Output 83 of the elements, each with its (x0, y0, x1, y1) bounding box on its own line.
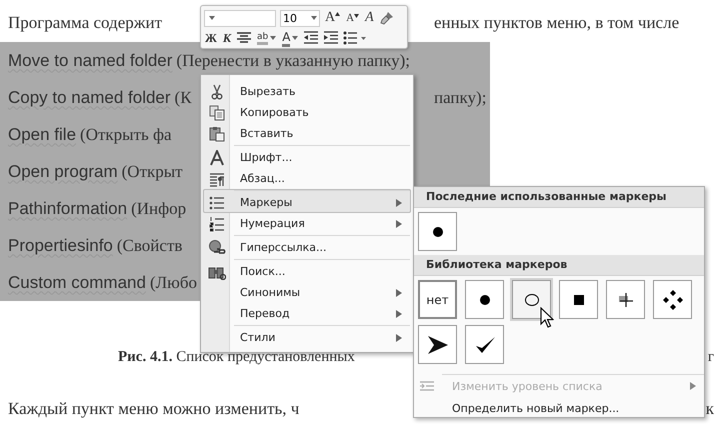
globe-link-icon (208, 240, 226, 256)
document-text: (Открыт (122, 162, 183, 180)
scissors-icon (210, 84, 224, 100)
menu-item[interactable]: Определить новый маркер... (414, 397, 704, 419)
grow-font-button[interactable]: A (324, 10, 342, 26)
align-center-icon[interactable] (236, 31, 252, 45)
list-level-icon (419, 380, 435, 392)
menu-item[interactable]: Вставить (203, 123, 411, 144)
font-icon (210, 150, 224, 166)
document-text: Copy to named folder (8, 88, 171, 106)
document-text: (Инфор (131, 198, 186, 218)
cross-bullet-icon (618, 292, 634, 308)
document-text: Pathinformation (8, 198, 128, 218)
bullet-option[interactable]: нет (418, 280, 457, 319)
document-text: (Любо (150, 272, 197, 292)
arrowhead-bullet-icon (426, 334, 448, 354)
menu-item[interactable]: Синонимы (203, 282, 411, 303)
copy-icon (209, 104, 225, 120)
bullet-option[interactable] (418, 212, 457, 251)
submenu-arrow-icon (396, 198, 402, 206)
decrease-indent-icon[interactable] (303, 31, 320, 45)
document-text: Open program (8, 162, 118, 180)
menu-item[interactable]: Перевод (203, 303, 411, 324)
clipboard-icon (209, 126, 225, 142)
document-text: Propertiesinfo (8, 236, 113, 254)
dropdown-arrow-icon[interactable] (292, 36, 298, 40)
dropdown-arrow-icon[interactable] (209, 16, 215, 20)
submenu-arrow-icon (396, 334, 402, 342)
styles-button[interactable]: A (364, 10, 375, 26)
section-header: Последние использованные маркеры (414, 187, 704, 208)
checkmark-bullet-icon (474, 334, 496, 354)
bullets-icon (209, 194, 225, 210)
document-text: Move to named folder (8, 50, 172, 70)
document-text: енных пунктов меню, в том числе (433, 13, 680, 33)
square-bullet-icon (572, 294, 584, 306)
submenu-arrow-icon (396, 288, 402, 296)
menu-item[interactable]: Копировать (203, 102, 411, 123)
document-text: (Перенести в указанную папку); (176, 50, 410, 70)
bullet-option[interactable] (465, 325, 504, 364)
diamonds-bullet-icon (662, 288, 684, 310)
brush-icon[interactable] (378, 10, 395, 26)
document-text: (Свойств (116, 236, 182, 254)
paragraph-text: к (706, 399, 715, 419)
dropdown-arrow-icon[interactable] (311, 16, 317, 20)
figure-caption: г (708, 348, 715, 366)
font-size-field[interactable]: 10 (280, 10, 320, 26)
increase-indent-icon[interactable] (323, 31, 340, 45)
menu-item[interactable]: Абзац... (203, 168, 411, 189)
bold-button[interactable]: Ж (204, 30, 218, 46)
submenu-arrow-icon (396, 310, 402, 318)
figure-caption: Рис. 4.1. Список предустановленных (118, 348, 355, 364)
mouse-cursor-icon (540, 307, 554, 329)
section-header: Библиотека маркеров (414, 255, 704, 276)
highlight-button[interactable]: ab (256, 32, 278, 44)
submenu-arrow-icon (396, 220, 402, 228)
dropdown-arrow-icon[interactable] (270, 36, 276, 40)
paragraph-text: Каждый пункт меню можно изменить, ч (8, 399, 300, 418)
shrink-font-button[interactable]: A (345, 12, 360, 24)
document-text: Custom command (8, 272, 146, 292)
document-text: (К (174, 88, 192, 106)
document-text: папку); (433, 88, 488, 108)
numbered-list-icon (209, 216, 225, 232)
submenu-arrow-icon (690, 382, 696, 390)
down-caret-icon (354, 14, 360, 18)
bullet-option[interactable] (559, 280, 598, 319)
document-text: Open file (8, 124, 76, 144)
document-text: Программа содержит (8, 13, 162, 32)
menu-item[interactable]: Вырезать (203, 81, 411, 102)
italic-button[interactable]: К (222, 30, 232, 46)
font-color-button[interactable]: A (281, 30, 300, 46)
bullet-option[interactable] (653, 280, 692, 319)
document-text: (Открыть фа (80, 124, 172, 144)
disc-bullet-icon (430, 224, 444, 238)
bullet-option[interactable] (465, 280, 504, 319)
menu-item[interactable]: Маркеры (203, 189, 411, 213)
font-name-field[interactable] (204, 10, 276, 26)
menu-item[interactable]: Нумерация (203, 213, 411, 234)
bullets-icon[interactable] (343, 31, 368, 45)
up-caret-icon (335, 12, 340, 16)
disc-bullet-icon (478, 292, 492, 306)
circle-bullet-icon (524, 292, 540, 306)
bullet-option[interactable] (418, 325, 457, 364)
paragraph-icon (209, 170, 225, 186)
